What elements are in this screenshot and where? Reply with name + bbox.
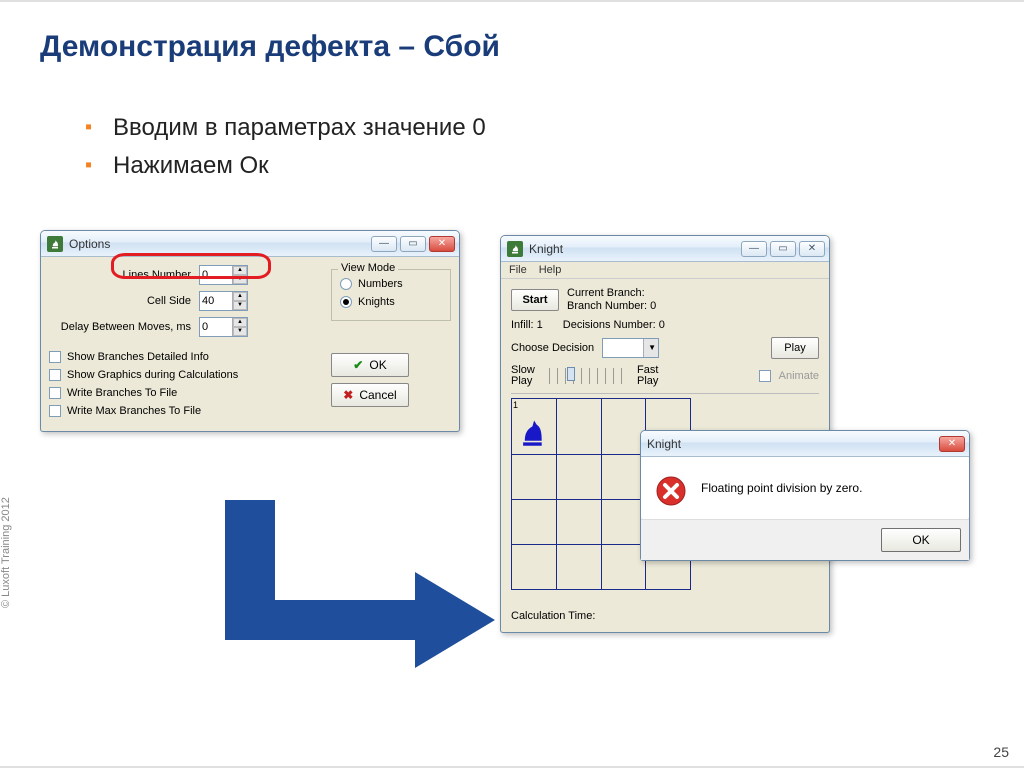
chk-write-branches: Write Branches To File xyxy=(67,387,177,399)
board-cell[interactable] xyxy=(556,545,601,590)
delay-label: Delay Between Moves, ms xyxy=(49,321,199,333)
options-title: Options xyxy=(69,237,371,251)
error-dialog: Knight ✕ Floating point division by zero… xyxy=(640,430,970,561)
error-message: Floating point division by zero. xyxy=(701,475,862,495)
bullet-item-2: Нажимаем Ок xyxy=(85,152,486,180)
bullet-list: Вводим в параметрах значение 0 Нажимаем … xyxy=(45,114,486,190)
minimize-button[interactable]: — xyxy=(371,236,397,252)
slow-play-label: Slow Play xyxy=(511,365,541,387)
branch-number-label: Branch Number: 0 xyxy=(567,300,656,313)
spin-up-icon[interactable]: ▲ xyxy=(233,292,247,301)
calc-time-label: Calculation Time: xyxy=(511,610,819,622)
speed-slider[interactable] xyxy=(549,368,629,384)
radio-numbers-label: Numbers xyxy=(358,278,403,290)
options-window: Options — ▭ ✕ Lines Number ▲▼ Cell Side … xyxy=(40,230,460,432)
cancel-button-label: Cancel xyxy=(359,388,396,402)
page-number: 25 xyxy=(993,744,1009,760)
view-mode-title: View Mode xyxy=(338,262,398,274)
spin-up-icon[interactable]: ▲ xyxy=(233,318,247,327)
ok-button[interactable]: ✔ OK xyxy=(331,353,409,377)
spin-up-icon[interactable]: ▲ xyxy=(233,266,247,275)
checkbox[interactable] xyxy=(49,351,61,363)
checkbox[interactable] xyxy=(49,405,61,417)
cell-side-input[interactable]: ▲▼ xyxy=(199,291,248,311)
decisions-number-label: Decisions Number: 0 xyxy=(563,319,665,331)
choose-decision-label: Choose Decision xyxy=(511,342,594,354)
board-cell-knight[interactable]: 1 xyxy=(512,399,557,455)
delay-input[interactable]: ▲▼ xyxy=(199,317,248,337)
lines-number-input[interactable]: ▲▼ xyxy=(199,265,248,285)
animate-checkbox xyxy=(759,370,771,382)
checkbox[interactable] xyxy=(49,387,61,399)
infill-label: Infill: 1 xyxy=(511,319,543,331)
menu-help[interactable]: Help xyxy=(539,264,562,276)
cancel-button[interactable]: ✖ Cancel xyxy=(331,383,409,407)
check-icon: ✔ xyxy=(353,358,363,372)
knight-title: Knight xyxy=(529,242,741,256)
cell-side-label: Cell Side xyxy=(49,295,199,307)
maximize-button[interactable]: ▭ xyxy=(400,236,426,252)
view-mode-group: View Mode Numbers Knights xyxy=(331,269,451,321)
animate-label: Animate xyxy=(779,370,819,382)
error-ok-button[interactable]: OK xyxy=(881,528,961,552)
lines-number-label: Lines Number xyxy=(49,269,199,281)
radio-numbers[interactable] xyxy=(340,278,352,290)
x-icon: ✖ xyxy=(343,388,353,402)
slider-thumb[interactable] xyxy=(567,367,575,381)
knight-piece-icon xyxy=(513,412,551,450)
cell-index: 1 xyxy=(513,400,518,410)
error-title: Knight xyxy=(647,437,939,451)
board-cell[interactable] xyxy=(512,455,557,500)
bullet-item-1: Вводим в параметрах значение 0 xyxy=(85,114,486,142)
delay-field[interactable] xyxy=(200,319,232,335)
board-cell[interactable] xyxy=(556,500,601,545)
board-cell[interactable] xyxy=(512,545,557,590)
fast-play-label: Fast Play xyxy=(637,365,667,387)
board-cell[interactable] xyxy=(512,500,557,545)
close-button[interactable]: ✕ xyxy=(939,436,965,452)
knight-app-icon xyxy=(507,241,523,257)
close-button[interactable]: ✕ xyxy=(429,236,455,252)
spin-down-icon[interactable]: ▼ xyxy=(233,301,247,310)
radio-knights-label: Knights xyxy=(358,296,395,308)
knight-app-icon xyxy=(47,236,63,252)
flow-arrow-icon xyxy=(185,500,505,675)
decision-combo[interactable]: ▼ xyxy=(602,338,659,358)
ok-button-label: OK xyxy=(369,358,386,372)
lines-number-field[interactable] xyxy=(200,267,232,283)
maximize-button[interactable]: ▭ xyxy=(770,241,796,257)
current-branch-label: Current Branch: xyxy=(567,287,656,300)
minimize-button[interactable]: — xyxy=(741,241,767,257)
spin-down-icon[interactable]: ▼ xyxy=(233,327,247,336)
error-icon xyxy=(655,475,687,507)
menu-file[interactable]: File xyxy=(509,264,527,276)
spin-down-icon[interactable]: ▼ xyxy=(233,275,247,284)
board-cell[interactable] xyxy=(556,455,601,500)
close-button[interactable]: ✕ xyxy=(799,241,825,257)
board-cell[interactable] xyxy=(556,399,601,455)
options-titlebar[interactable]: Options — ▭ ✕ xyxy=(41,231,459,257)
cell-side-field[interactable] xyxy=(200,293,232,309)
copyright-text: © Luxoft Training 2012 xyxy=(0,497,12,608)
start-button[interactable]: Start xyxy=(511,289,559,311)
checkbox[interactable] xyxy=(49,369,61,381)
chevron-down-icon[interactable]: ▼ xyxy=(643,339,658,357)
error-titlebar[interactable]: Knight ✕ xyxy=(641,431,969,457)
play-button[interactable]: Play xyxy=(771,337,819,359)
knight-titlebar[interactable]: Knight — ▭ ✕ xyxy=(501,236,829,262)
chk-graphics-calc: Show Graphics during Calculations xyxy=(67,369,238,381)
radio-knights[interactable] xyxy=(340,296,352,308)
slide-title: Демонстрация дефекта – Сбой xyxy=(40,30,500,64)
chk-branches-detailed: Show Branches Detailed Info xyxy=(67,351,209,363)
knight-menu: File Help xyxy=(501,262,829,279)
chk-write-max-branches: Write Max Branches To File xyxy=(67,405,201,417)
